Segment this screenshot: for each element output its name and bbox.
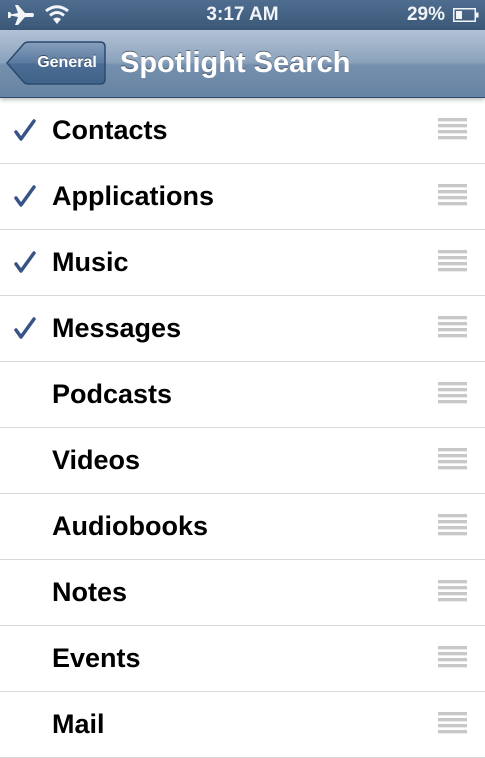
back-button-general[interactable]: General: [6, 41, 106, 85]
list-item-label: Messages: [52, 313, 182, 343]
checkmark-icon: [14, 119, 36, 141]
list-item[interactable]: Podcasts: [0, 362, 485, 428]
list-item[interactable]: Music: [0, 230, 485, 296]
list-item[interactable]: Applications: [0, 164, 485, 230]
list-item[interactable]: Messages: [0, 296, 485, 362]
list-item-label: Contacts: [52, 115, 168, 145]
battery-icon: [453, 8, 479, 22]
list-item[interactable]: Events: [0, 626, 485, 692]
page-title: Spotlight Search: [120, 47, 351, 79]
list-item[interactable]: Mail: [0, 692, 485, 758]
reorder-handle-icon[interactable]: [438, 382, 467, 407]
reorder-handle-icon[interactable]: [438, 184, 467, 209]
status-bar: 3:17 AM 29%: [0, 0, 485, 30]
reorder-handle-icon[interactable]: [438, 514, 467, 539]
list-item[interactable]: Audiobooks: [0, 494, 485, 560]
list-item[interactable]: Notes: [0, 560, 485, 626]
reorder-handle-icon[interactable]: [438, 118, 467, 143]
checkmark-icon: [14, 185, 36, 207]
back-button-label: General: [37, 54, 97, 71]
list-item-label: Audiobooks: [52, 511, 208, 541]
list-item-label: Mail: [52, 709, 105, 739]
list-item-label: Podcasts: [52, 379, 173, 409]
reorder-handle-icon[interactable]: [438, 712, 467, 737]
reorder-handle-icon[interactable]: [438, 448, 467, 473]
reorder-handle-icon[interactable]: [438, 250, 467, 275]
list-item-label: Events: [52, 643, 141, 673]
reorder-handle-icon[interactable]: [438, 646, 467, 671]
checkmark-icon: [14, 251, 36, 273]
spotlight-search-list: Contacts Applications Music Messages Pod…: [0, 98, 485, 758]
checkmark-icon: [14, 317, 36, 339]
battery-percent: 29%: [406, 4, 445, 25]
list-item-label: Notes: [52, 577, 128, 607]
list-item[interactable]: Contacts: [0, 98, 485, 164]
reorder-handle-icon[interactable]: [438, 580, 467, 605]
list-item-label: Applications: [52, 181, 215, 211]
navigation-bar: General Spotlight Search: [0, 30, 485, 98]
list-item[interactable]: Videos: [0, 428, 485, 494]
reorder-handle-icon[interactable]: [438, 316, 467, 341]
list-item-label: Videos: [52, 445, 141, 475]
list-item-label: Music: [52, 247, 129, 277]
